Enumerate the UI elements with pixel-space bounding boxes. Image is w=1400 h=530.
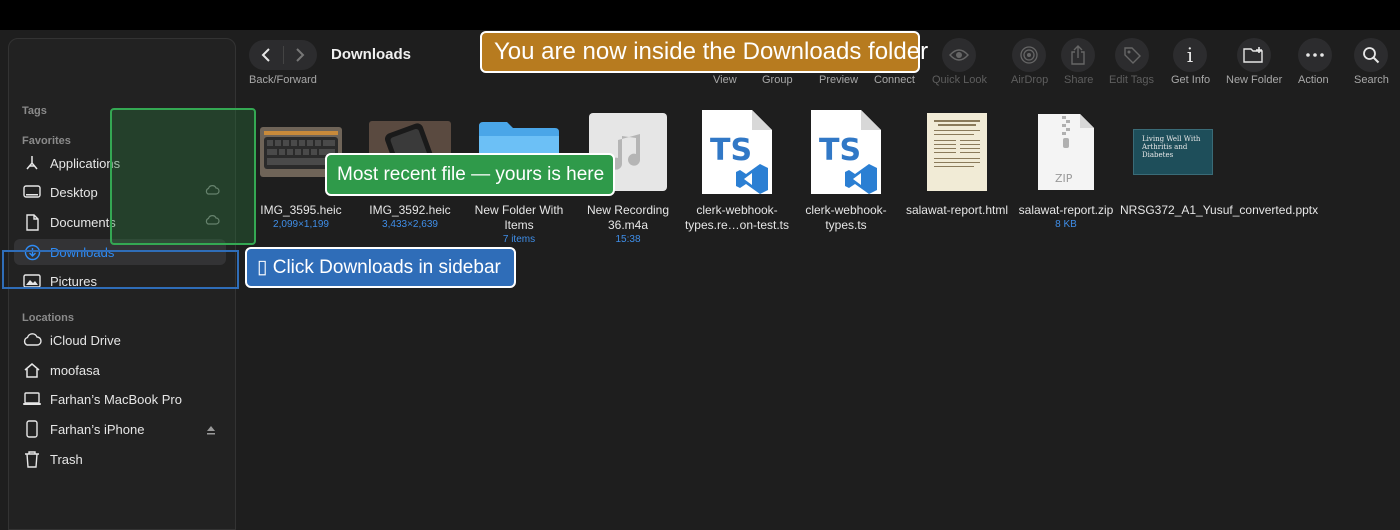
info-icon: i	[1186, 43, 1194, 67]
back-button[interactable]	[249, 40, 283, 70]
new-folder-icon	[1243, 47, 1263, 63]
sidebar-favorites-header: Favorites	[22, 135, 71, 147]
svg-text:TS: TS	[819, 133, 861, 168]
file-name: clerk-webhook-types.re…on-test.ts	[684, 203, 790, 232]
file-name: IMG_3595.heic	[260, 203, 342, 217]
search-button[interactable]	[1354, 38, 1388, 72]
tutorial-callout-green: Most recent file — yours is here	[325, 153, 615, 196]
share-button[interactable]	[1061, 38, 1095, 72]
group-label[interactable]: Group	[762, 74, 793, 86]
sidebar-item-label: Farhan’s iPhone	[50, 421, 145, 437]
html-document-thumbnail	[904, 108, 1010, 196]
back-forward-label: Back/Forward	[249, 74, 317, 86]
file-name: salawat-report.zip	[1018, 203, 1114, 217]
share-icon	[1071, 45, 1085, 65]
tutorial-callout-orange: You are now inside the Downloads folder	[480, 31, 928, 73]
recent-file-highlight	[110, 108, 256, 245]
preview-label[interactable]: Preview	[819, 74, 858, 86]
folder-title: Downloads	[331, 46, 412, 63]
sidebar-item-label: Desktop	[50, 184, 98, 200]
eject-icon[interactable]	[206, 423, 216, 438]
edit-tags-button[interactable]	[1115, 38, 1149, 72]
typescript-file-icon: TS	[793, 108, 899, 196]
svg-text:TS: TS	[710, 133, 752, 168]
sidebar-item-macbook-pro[interactable]: Farhan’s MacBook Pro	[14, 386, 226, 412]
sidebar-item-label: Documents	[50, 214, 116, 230]
pptx-thumb-text: Living Well With Arthritis and Diabetes	[1142, 135, 1201, 159]
sidebar-item-label: iCloud Drive	[50, 332, 121, 348]
get-info-button[interactable]: i	[1173, 38, 1207, 72]
action-label: Action	[1298, 74, 1329, 86]
new-folder-label: New Folder	[1226, 74, 1283, 86]
ellipsis-icon	[1306, 53, 1324, 57]
file-item[interactable]: salawat-report.html	[904, 108, 1010, 218]
file-meta: 7 items	[502, 234, 536, 245]
file-name: IMG_3592.heic	[369, 203, 451, 217]
sidebar-item-icloud-drive[interactable]: iCloud Drive	[14, 327, 226, 353]
laptop-icon	[22, 390, 42, 408]
sidebar-item-trash[interactable]: Trash	[14, 446, 226, 472]
chevron-left-icon	[261, 48, 270, 62]
file-meta: 3,433×2,639	[382, 219, 438, 230]
back-forward-control[interactable]	[249, 40, 317, 70]
airdrop-button[interactable]	[1012, 38, 1046, 72]
eye-icon	[949, 49, 969, 61]
new-folder-button[interactable]	[1237, 38, 1271, 72]
pptx-thumbnail: Living Well With Arthritis and Diabetes	[1120, 108, 1226, 196]
share-label: Share	[1064, 74, 1094, 86]
action-button[interactable]	[1298, 38, 1332, 72]
svg-text:ZIP: ZIP	[1055, 172, 1073, 185]
sidebar-item-label: moofasa	[50, 362, 100, 378]
file-meta: 2,099×1,199	[273, 219, 329, 230]
file-name: salawat-report.html	[905, 203, 1009, 217]
file-item[interactable]: Living Well With Arthritis and Diabetes …	[1120, 108, 1319, 218]
zip-file-icon: ZIP	[1013, 108, 1119, 196]
document-icon	[22, 213, 42, 231]
airdrop-icon	[1020, 46, 1038, 64]
file-item[interactable]: TS clerk-webhook-types.re…on-test.ts	[684, 108, 790, 233]
file-meta: 8 KB	[1055, 219, 1077, 230]
sidebar-item-label: Trash	[50, 451, 83, 467]
chevron-right-icon	[296, 48, 305, 62]
forward-button[interactable]	[283, 40, 317, 70]
get-info-label: Get Info	[1171, 74, 1211, 86]
tag-icon	[1124, 47, 1141, 64]
desktop-icon	[22, 183, 42, 201]
menu-bar-strip	[0, 0, 1400, 30]
home-icon	[22, 361, 42, 379]
quick-look-button[interactable]	[942, 38, 976, 72]
sidebar-tags-header[interactable]: Tags	[22, 105, 47, 117]
downloads-sidebar-highlight	[2, 250, 239, 289]
file-name: NRSG372_A1_Yusuf_converted.pptx	[1120, 203, 1319, 217]
iphone-icon	[22, 420, 42, 438]
edit-tags-label: Edit Tags	[1109, 74, 1155, 86]
sidebar-item-moofasa[interactable]: moofasa	[14, 357, 226, 383]
cloud-icon	[22, 331, 42, 349]
airdrop-label: AirDrop	[1011, 74, 1049, 86]
search-label: Search	[1354, 74, 1389, 86]
file-name: New Folder With Items	[474, 203, 564, 232]
typescript-file-icon: TS	[684, 108, 790, 196]
file-meta: 15:38	[615, 234, 641, 245]
view-label[interactable]: View	[713, 74, 737, 86]
connect-label[interactable]: Connect	[874, 74, 915, 86]
sidebar-locations-header: Locations	[22, 312, 74, 324]
tutorial-callout-blue: ▯ Click Downloads in sidebar	[245, 247, 516, 288]
file-name: clerk-webhook-types.ts	[805, 203, 887, 232]
search-icon	[1363, 47, 1380, 64]
applications-icon	[22, 154, 42, 172]
file-name: New Recording 36.m4a	[586, 203, 670, 232]
file-item[interactable]: ZIP salawat-report.zip 8 KB	[1013, 108, 1119, 231]
trash-icon	[22, 450, 42, 468]
file-item[interactable]: TS clerk-webhook-types.ts	[793, 108, 899, 233]
sidebar-item-label: Farhan’s MacBook Pro	[50, 391, 182, 407]
sidebar-item-iphone[interactable]: Farhan’s iPhone	[14, 416, 226, 442]
quick-look-label: Quick Look	[932, 74, 988, 86]
